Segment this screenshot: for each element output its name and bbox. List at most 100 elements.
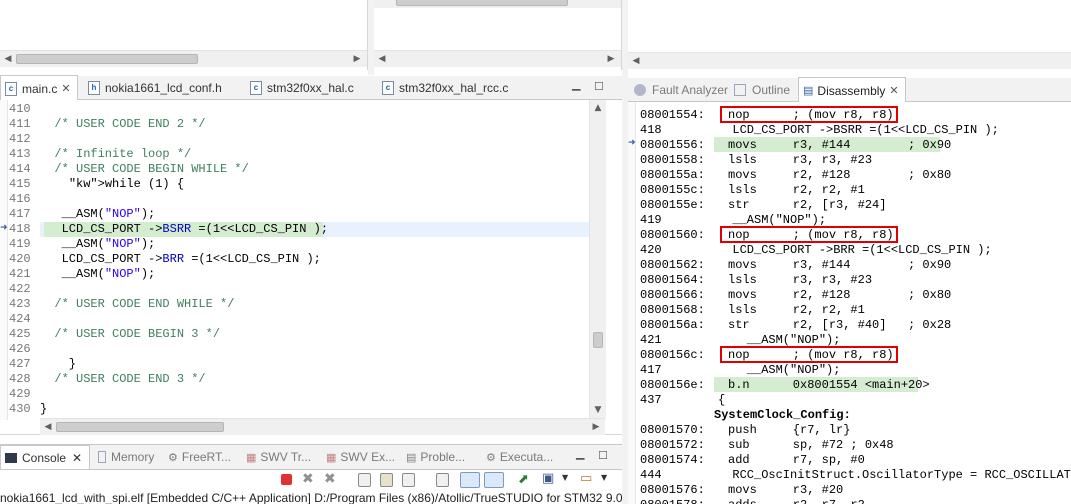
tab-disassembly[interactable]: ▤ Disassembly ✕ xyxy=(798,77,906,103)
instruction-address: 0800155a: xyxy=(640,168,705,182)
scroll-right-arrow-icon[interactable]: ▶ xyxy=(349,51,365,67)
c-file-icon: c xyxy=(382,81,394,95)
line-number: 429 xyxy=(9,387,31,401)
instruction-address: 0800155e: xyxy=(640,198,705,212)
scroll-left-arrow-icon[interactable]: ◀ xyxy=(628,53,644,69)
close-icon[interactable]: ✕ xyxy=(61,82,70,95)
tab-stm32f0xx-hal-c[interactable]: c stm32f0xx_hal.c xyxy=(246,76,354,100)
close-icon[interactable]: ✕ xyxy=(72,451,82,465)
line-number: 420 xyxy=(9,252,31,266)
scroll-up-arrow-icon[interactable]: ▲ xyxy=(590,100,606,116)
code-line: __ASM("NOP"); xyxy=(40,207,156,221)
scroll-thumb[interactable] xyxy=(56,422,224,432)
close-icon[interactable]: ✕ xyxy=(889,84,898,97)
instruction-address: 08001554: xyxy=(640,108,705,122)
tab-freertos[interactable]: ⚙ FreeRT... xyxy=(166,445,231,469)
display-console-icon[interactable]: ▣ xyxy=(542,471,554,486)
line-number: 418 xyxy=(9,222,31,236)
code-line: /* USER CODE END 2 */ xyxy=(40,117,206,131)
disassembly-icon: ▤ xyxy=(803,85,814,97)
source-line: LCD_CS_PORT ->BSRR =(1<<LCD_CS_PIN ); xyxy=(718,123,999,137)
instruction-address: 08001564: xyxy=(640,273,705,287)
tab-fault-analyzer[interactable]: Fault Analyzer xyxy=(630,78,728,102)
tab-swv-trace[interactable]: ▦ SWV Tr... xyxy=(244,445,311,469)
outline-icon xyxy=(734,84,746,96)
swv-trace-icon: ▦ xyxy=(246,451,257,464)
line-number: 412 xyxy=(9,132,31,146)
line-number: 415 xyxy=(9,177,31,191)
fault-analyzer-icon xyxy=(634,84,646,96)
top-left-hscrollbar[interactable]: ◀ ▶ xyxy=(0,50,367,67)
scroll-left-arrow-icon[interactable]: ◀ xyxy=(40,419,56,435)
tab-console[interactable]: Console ✕ xyxy=(0,445,90,469)
scroll-lock-icon[interactable] xyxy=(380,473,393,487)
show-error-icon[interactable] xyxy=(484,472,504,488)
editor-hscrollbar[interactable]: ◀ ▶ xyxy=(40,418,605,435)
new-console-icon[interactable]: ▭ xyxy=(580,471,592,486)
function-label: SystemClock_Config: xyxy=(714,408,851,422)
pin-console-icon[interactable] xyxy=(460,472,480,488)
line-number: 410 xyxy=(9,102,31,116)
scroll-thumb[interactable] xyxy=(396,0,568,6)
line-number: 422 xyxy=(9,282,31,296)
code-editor[interactable]: ➜ 410 411 /* USER CODE END 2 */ 412 413 /* … xyxy=(0,100,622,435)
instruction-text: str r2, [r3, #40] ; 0x28 xyxy=(728,318,952,332)
code-line: /* USER CODE END 3 */ xyxy=(40,372,206,386)
scroll-thumb[interactable] xyxy=(593,332,603,348)
code-line: "kw">while (1) { xyxy=(68,177,185,191)
tab-main-c[interactable]: c main.c ✕ xyxy=(0,75,78,101)
top-left-panel: ◀ ▶ xyxy=(0,0,368,70)
minimize-icon[interactable]: ▁ xyxy=(576,447,584,460)
editor-tab-bar: c main.c ✕ h nokia1661_lcd_conf.h c stm3… xyxy=(0,75,622,101)
scroll-left-arrow-icon[interactable]: ◀ xyxy=(374,51,390,67)
scroll-right-arrow-icon[interactable]: ▶ xyxy=(588,419,604,435)
line-number: 417 xyxy=(9,207,31,221)
maximize-icon[interactable]: ☐ xyxy=(594,80,604,93)
instruction-text: lsls r3, r3, #23 xyxy=(728,153,873,167)
tab-label: SWV Tr... xyxy=(260,450,312,464)
source-line: __ASM("NOP"); xyxy=(718,333,841,347)
show-on-output-icon[interactable] xyxy=(436,473,449,487)
line-number: 421 xyxy=(9,267,31,281)
remove-launch-icon[interactable]: ✖ xyxy=(302,471,314,487)
code-line: LCD_CS_PORT ->BRR =(1<<LCD_CS_PIN ); xyxy=(40,252,321,266)
scroll-left-arrow-icon[interactable]: ◀ xyxy=(0,51,16,67)
tab-executables[interactable]: ⚙ Executa... xyxy=(484,445,553,469)
scroll-thumb[interactable] xyxy=(16,54,198,64)
tab-stm32f0xx-hal-rcc-c[interactable]: c stm32f0xx_hal_rcc.c xyxy=(378,76,508,100)
top-middle-hscrollbar[interactable]: ◀ ▶ xyxy=(374,50,621,67)
line-number: 414 xyxy=(9,162,31,176)
remove-all-launches-icon[interactable]: ✖ xyxy=(324,471,336,487)
instruction-text: add r7, sp, #0 xyxy=(728,453,865,467)
minimize-icon[interactable]: ▁ xyxy=(572,78,580,91)
top-middle-hscroll-top[interactable] xyxy=(374,0,621,8)
chevron-down-icon[interactable]: ▼ xyxy=(601,473,607,482)
chevron-down-icon[interactable]: ▼ xyxy=(562,473,568,482)
maximize-icon[interactable]: ☐ xyxy=(598,449,608,462)
open-console-icon[interactable]: ⬈ xyxy=(518,472,529,487)
tab-memory[interactable]: Memory xyxy=(96,445,154,469)
line-number: 428 xyxy=(9,372,31,386)
terminate-icon[interactable] xyxy=(281,474,292,485)
tab-outline[interactable]: Outline xyxy=(732,78,790,102)
instruction-address: 08001568: xyxy=(640,303,705,317)
line-number: 425 xyxy=(9,327,31,341)
editor-vscrollbar[interactable]: ▲ ▼ xyxy=(589,100,606,420)
instruction-address: 0800156c: xyxy=(640,348,705,362)
top-right-hscrollbar[interactable]: ◀ xyxy=(628,52,1071,69)
freertos-icon: ⚙ xyxy=(168,451,178,464)
clear-console-icon[interactable] xyxy=(358,473,371,487)
scroll-down-arrow-icon[interactable]: ▼ xyxy=(590,402,606,418)
word-wrap-icon[interactable] xyxy=(402,473,415,487)
instruction-text: movs r3, #144 ; 0x90 xyxy=(728,258,952,272)
annotation-red-box xyxy=(720,346,898,363)
line-number: 413 xyxy=(9,147,31,161)
source-line: LCD_CS_PORT ->BRR =(1<<LCD_CS_PIN ); xyxy=(718,243,992,257)
tab-nokia1661-lcd-conf-h[interactable]: h nokia1661_lcd_conf.h xyxy=(84,76,222,100)
disassembly-view[interactable]: 08001554: nop ; (mov r8, r8) 418 LCD_CS_PO… xyxy=(628,102,1071,504)
tab-swv-exception[interactable]: ▦ SWV Ex... xyxy=(324,445,395,469)
tab-problems[interactable]: ▤ Proble... xyxy=(404,445,465,469)
scroll-right-arrow-icon[interactable]: ▶ xyxy=(603,51,619,67)
annotation-red-box xyxy=(720,106,898,123)
annotation-red-box xyxy=(720,226,898,243)
